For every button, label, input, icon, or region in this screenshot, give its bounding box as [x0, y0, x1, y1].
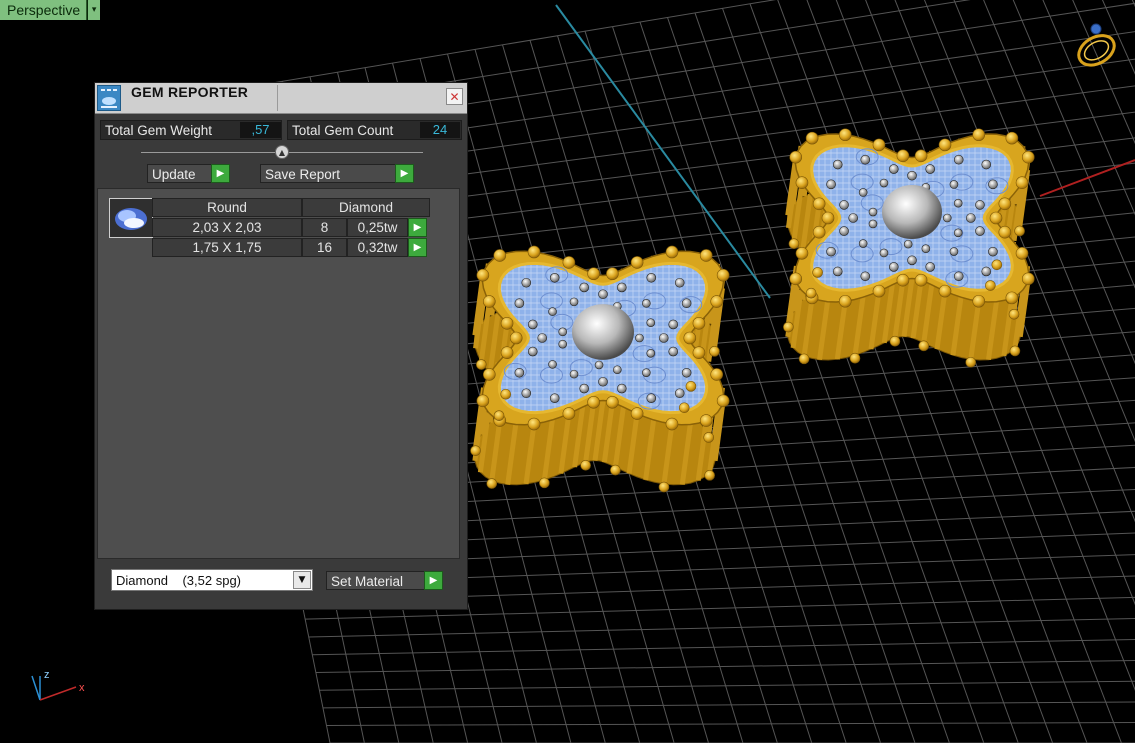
material-select[interactable]: Diamond (3,52 spg) ▼ [111, 569, 313, 591]
table-row-count[interactable]: 8 [302, 218, 347, 237]
title-bar[interactable]: GEM REPORTER ✕ [95, 83, 467, 114]
update-label: Update [147, 164, 211, 183]
title-divider [277, 85, 278, 111]
total-count-value: 24 [420, 122, 460, 138]
material-select-value: Diamond (3,52 spg) [116, 572, 242, 588]
gem-list[interactable]: Round Diamond 2,03 X 2,03 8 0,25tw ▶ 1,7… [97, 188, 460, 559]
play-icon[interactable]: ▶ [408, 238, 427, 257]
table-row-size[interactable]: 1,75 X 1,75 [152, 238, 302, 257]
total-weight-field: Total Gem Weight ,57 [100, 120, 282, 140]
table-row-weight[interactable]: 0,32tw [347, 238, 408, 257]
clover-pendant-right[interactable] [783, 128, 1035, 368]
play-icon[interactable]: ▶ [395, 164, 414, 183]
clover-pendant-left[interactable] [470, 245, 730, 493]
slider-handle[interactable]: ▲ [275, 145, 289, 159]
table-row-size[interactable]: 2,03 X 2,03 [152, 218, 302, 237]
total-count-field: Total Gem Count 24 [287, 120, 462, 140]
set-material-button[interactable]: Set Material ▶ [326, 571, 443, 590]
total-weight-value: ,57 [240, 122, 281, 138]
save-report-label: Save Report [260, 164, 395, 183]
close-icon[interactable]: ✕ [446, 88, 463, 105]
play-icon[interactable]: ▶ [424, 571, 443, 590]
chevron-down-icon[interactable]: ▾ [87, 0, 101, 20]
update-button[interactable]: Update ▶ [147, 164, 230, 183]
save-report-button[interactable]: Save Report ▶ [260, 164, 414, 183]
axis-gizmo [31, 675, 77, 701]
axis-x-label: x [79, 682, 85, 694]
axis-z-label: z [44, 669, 50, 681]
viewport-label[interactable]: Perspective ▾ [0, 0, 101, 20]
x-axis-line [1039, 159, 1135, 197]
panel-title: GEM REPORTER [131, 84, 249, 100]
viewport-name[interactable]: Perspective [0, 0, 88, 20]
ring-icon[interactable] [1074, 23, 1120, 71]
set-material-label: Set Material [326, 571, 424, 590]
play-icon[interactable]: ▶ [408, 218, 427, 237]
gem-reporter-icon [97, 85, 121, 111]
gem-reporter-panel: GEM REPORTER ✕ Total Gem Weight ,57 Tota… [94, 82, 468, 610]
chevron-down-icon[interactable]: ▼ [293, 571, 311, 589]
round-diamond-icon[interactable] [109, 198, 153, 238]
total-weight-label: Total Gem Weight [105, 122, 213, 138]
play-icon[interactable]: ▶ [211, 164, 230, 183]
column-header-material: Diamond [302, 198, 430, 217]
total-count-label: Total Gem Count [292, 122, 394, 138]
table-row-weight[interactable]: 0,25tw [347, 218, 408, 237]
table-row-count[interactable]: 16 [302, 238, 347, 257]
column-header-shape: Round [152, 198, 302, 217]
